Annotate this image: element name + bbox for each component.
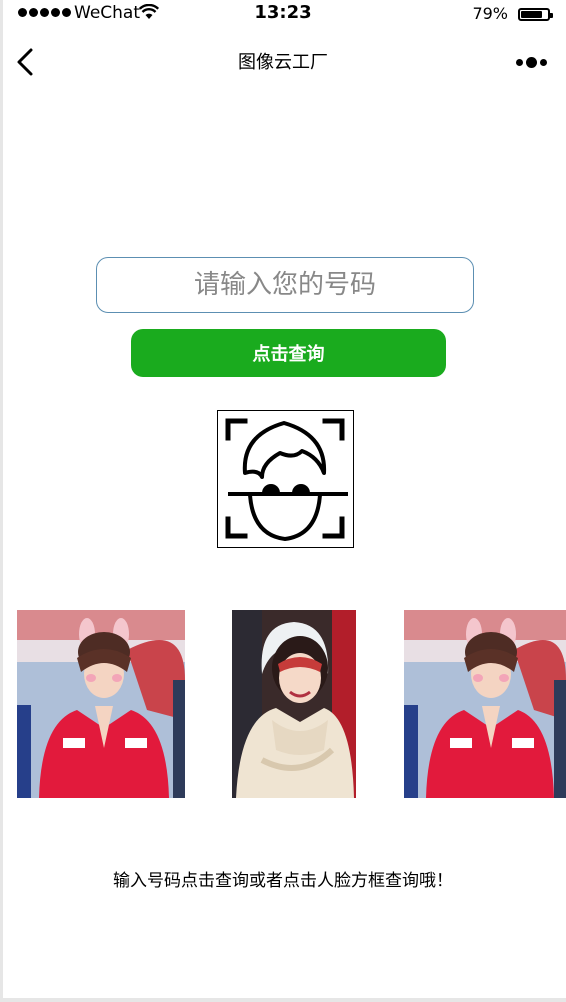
photo-girl-beige-hoodie[interactable] [232, 610, 356, 798]
bottom-frame-edge [0, 998, 566, 1002]
query-button[interactable]: 点击查询 [131, 329, 446, 377]
face-scan-icon [225, 418, 348, 541]
more-dots-icon[interactable] [516, 52, 552, 72]
battery-percent: 79% [472, 4, 508, 23]
hint-text: 输入号码点击查询或者点击人脸方框查询哦！ [113, 871, 453, 891]
face-scan-box[interactable] [217, 410, 354, 548]
photo-girl-bunny-ears-left[interactable] [17, 610, 185, 798]
page-title: 图像云工厂 [238, 52, 328, 73]
nav-bar: 图像云工厂 [0, 28, 566, 92]
battery-icon [518, 8, 553, 21]
phone-number-input[interactable] [96, 257, 474, 313]
left-frame-edge [0, 0, 3, 1002]
photo-girl-bunny-ears-right[interactable] [404, 610, 566, 798]
status-bar: WeChat 13:23 79% [0, 0, 566, 28]
